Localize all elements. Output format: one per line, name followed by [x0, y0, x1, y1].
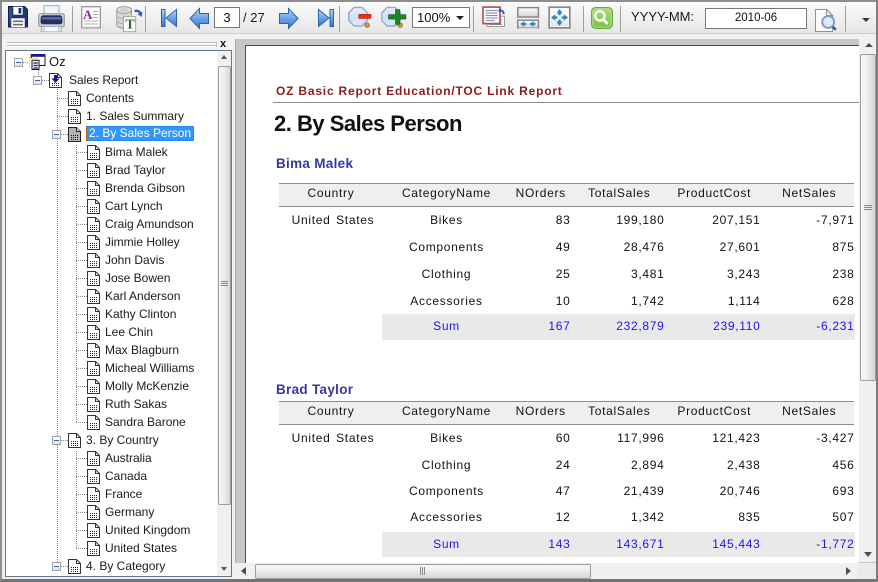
svg-text:A: A: [83, 7, 93, 22]
svg-text:T: T: [125, 18, 135, 33]
